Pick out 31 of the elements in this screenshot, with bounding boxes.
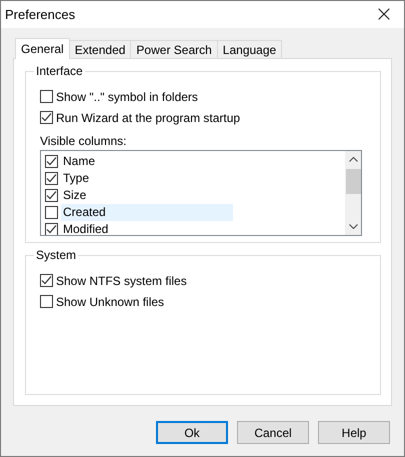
list-label: Visible columns: — [40, 134, 128, 150]
checkbox[interactable] — [40, 90, 53, 103]
dialog-button[interactable]: Ok — [156, 421, 228, 444]
scrollbar[interactable] — [345, 151, 361, 235]
list-item[interactable]: Modified — [61, 221, 233, 235]
list-item[interactable]: Name — [61, 153, 233, 170]
list-item[interactable]: Type — [61, 170, 233, 187]
list-item[interactable]: Size — [61, 187, 233, 204]
list-item[interactable]: Created — [61, 204, 233, 221]
window-title: Preferences — [5, 7, 76, 22]
group-title: Interface — [34, 64, 85, 78]
checkbox[interactable] — [40, 274, 53, 287]
checkbox-label[interactable]: Run Wizard at the program startup — [56, 110, 240, 124]
checkbox[interactable] — [45, 155, 58, 168]
checkbox[interactable] — [45, 189, 58, 202]
group-title: System — [34, 248, 78, 262]
checkbox[interactable] — [45, 172, 58, 185]
checkbox[interactable] — [40, 295, 53, 308]
tab[interactable]: General — [15, 38, 70, 59]
tab[interactable]: Language — [216, 40, 282, 58]
checkbox[interactable] — [45, 206, 58, 219]
checkbox[interactable] — [40, 111, 53, 124]
dialog-button[interactable]: Cancel — [237, 421, 309, 444]
scroll-up-icon[interactable] — [348, 157, 358, 162]
checkbox-label[interactable]: Show NTFS system files — [56, 274, 187, 288]
checkbox-label[interactable]: Show ".." symbol in folders — [56, 90, 198, 104]
checkbox-label[interactable]: Show Unknown files — [56, 294, 164, 308]
dialog-button[interactable]: Help — [318, 421, 390, 444]
scrollbar-thumb[interactable] — [346, 169, 360, 194]
scroll-down-icon[interactable] — [348, 224, 358, 229]
checkbox[interactable] — [45, 223, 58, 235]
